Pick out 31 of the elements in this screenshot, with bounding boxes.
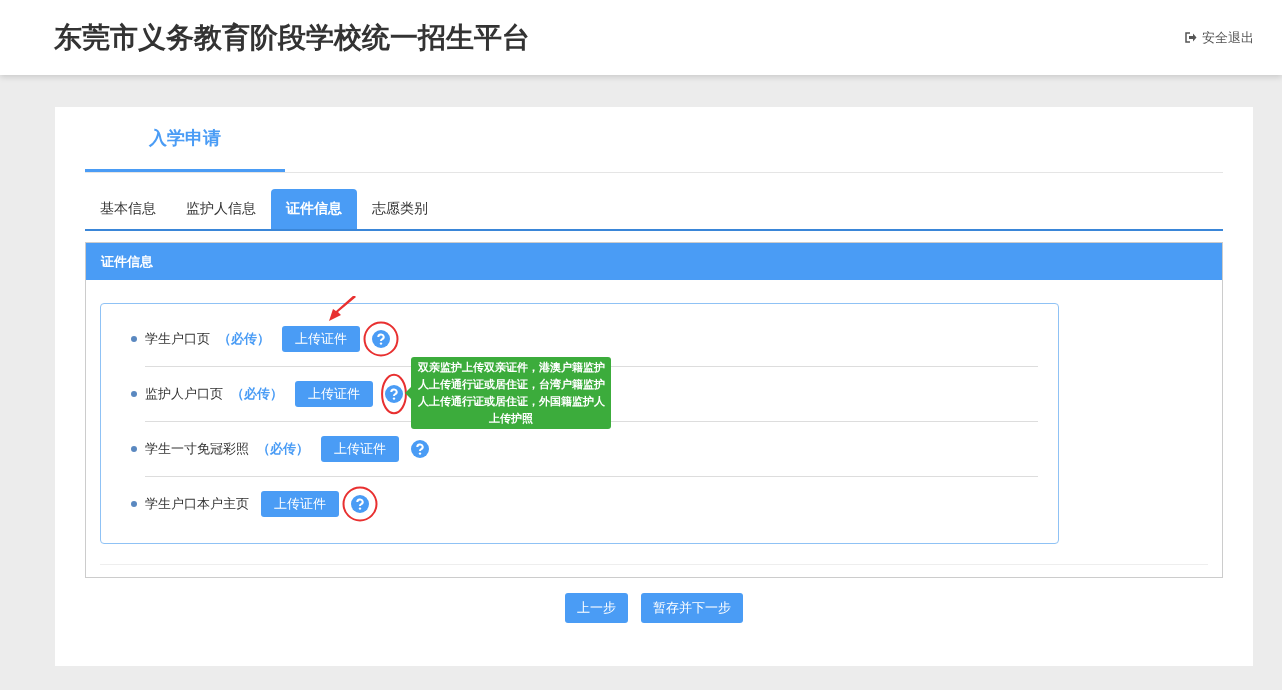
bullet-icon [131,501,137,507]
document-label: 监护人户口页 [145,385,223,403]
tab[interactable]: 志愿类别 [357,189,443,229]
document-label: 学生户口本户主页 [145,495,249,513]
tab[interactable]: 基本信息 [85,189,171,229]
bullet-icon [131,336,137,342]
required-note: （必传） [231,385,283,403]
upload-button[interactable]: 上传证件 [295,381,373,407]
tab[interactable]: 监护人信息 [171,189,271,229]
logout-link[interactable]: 安全退出 [1185,28,1254,47]
bullet-icon [131,446,137,452]
panel-header: 证件信息 [86,243,1222,280]
step-button[interactable]: 暂存并下一步 [641,593,743,623]
upload-button[interactable]: 上传证件 [261,491,339,517]
document-label: 学生户口页 [145,330,210,348]
required-note: （必传） [218,330,270,348]
site-title: 东莞市义务教育阶段学校统一招生平台 [54,19,530,56]
step-button[interactable]: 上一步 [565,593,628,623]
logout-icon [1185,32,1197,43]
help-icon[interactable] [411,440,429,458]
tab[interactable]: 证件信息 [271,189,357,229]
help-icon[interactable] [372,330,390,348]
bullet-icon [131,391,137,397]
upload-button[interactable]: 上传证件 [282,326,360,352]
help-icon[interactable] [385,385,403,403]
document-label: 学生一寸免冠彩照 [145,440,249,458]
required-note: （必传） [257,440,309,458]
upload-button[interactable]: 上传证件 [321,436,399,462]
tooltip-pointer [405,387,411,399]
help-icon[interactable] [351,495,369,513]
page-title: 入学申请 [85,107,285,172]
